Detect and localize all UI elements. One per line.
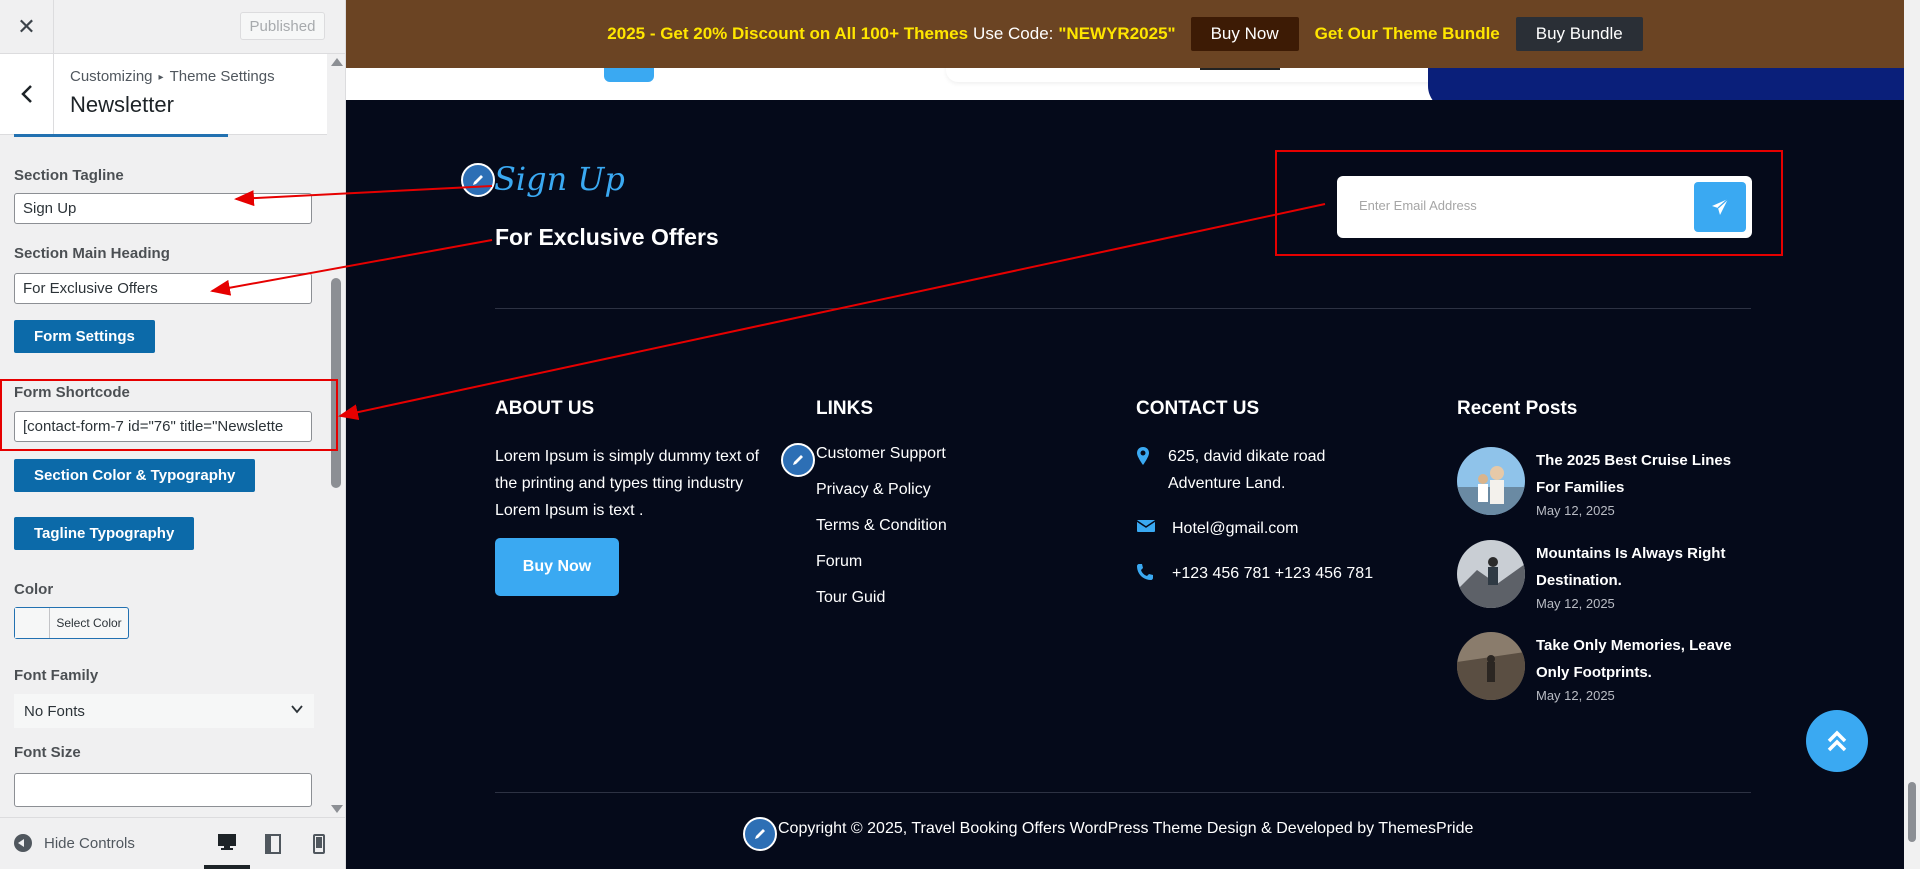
shortcode-annotation-box	[0, 379, 338, 451]
newsletter-tagline: Sign Up	[494, 160, 625, 198]
post-thumbnail[interactable]	[1457, 632, 1525, 700]
contact-phone-text: +123 456 781 +123 456 781	[1172, 565, 1374, 582]
scroll-to-top-button[interactable]	[1806, 710, 1868, 772]
font-family-value: No Fonts	[24, 702, 85, 720]
contact-address: 625, david dikate road Adventure Land.	[1136, 443, 1325, 497]
footer-link[interactable]: Forum	[816, 553, 862, 571]
promo-offer-text: 2025 - Get 20% Discount on All 100+ Them…	[607, 24, 969, 43]
promo-banner: 2025 - Get 20% Discount on All 100+ Them…	[346, 0, 1904, 68]
contact-title: CONTACT US	[1136, 398, 1260, 419]
font-family-label: Font Family	[14, 667, 99, 684]
post-thumbnail[interactable]	[1457, 447, 1525, 515]
color-swatch	[15, 608, 50, 638]
heading-label: Section Main Heading	[14, 245, 170, 262]
newsletter-divider	[495, 308, 1751, 309]
back-icon[interactable]	[0, 54, 54, 134]
contact-email: Hotel@gmail.com	[1136, 515, 1299, 542]
close-icon[interactable]: ✕	[0, 0, 54, 53]
color-label: Color	[14, 581, 54, 598]
recent-post[interactable]: Take Only Memories, Leave Only Footprint…	[1457, 632, 1756, 703]
breadcrumb-separator-icon: ▸	[158, 72, 164, 83]
contact-email-text: Hotel@gmail.com	[1172, 520, 1299, 537]
font-family-select[interactable]: No Fonts	[14, 694, 314, 728]
accent-button-edge	[604, 66, 654, 82]
post-title[interactable]: Mountains Is Always Right Destination.	[1536, 540, 1756, 594]
customizer-sidebar: ✕ Published Customizing ▸ Theme Settings N…	[0, 0, 346, 869]
mobile-preview-icon[interactable]	[296, 818, 342, 869]
footer-link[interactable]: Customer Support	[816, 445, 946, 463]
post-date: May 12, 2025	[1536, 688, 1615, 703]
map-pin-icon	[1136, 443, 1162, 471]
address-line-1: 625, david dikate road	[1168, 448, 1326, 465]
preview-scroll-thumb[interactable]	[1908, 782, 1916, 842]
promo-buy-bundle-button[interactable]: Buy Bundle	[1515, 17, 1643, 51]
font-size-label: Font Size	[14, 744, 81, 761]
recent-post[interactable]: Mountains Is Always Right Destination. M…	[1457, 540, 1756, 611]
footer-link[interactable]: Tour Guid	[816, 589, 885, 607]
copyright-edit-shortcut-icon[interactable]	[743, 817, 777, 851]
published-button[interactable]: Published	[240, 12, 325, 40]
about-buy-now-button[interactable]: Buy Now	[495, 538, 619, 596]
mail-icon	[1136, 515, 1162, 539]
customizer-footer: Hide Controls	[0, 817, 345, 869]
promo-code: "NEWYR2025"	[1058, 24, 1176, 43]
panel-title: Newsletter	[70, 92, 174, 117]
post-title[interactable]: The 2025 Best Cruise Lines For Families	[1536, 447, 1756, 501]
about-title: ABOUT US	[495, 398, 595, 419]
scroll-down-icon[interactable]	[331, 805, 343, 813]
panel-controls: Section Tagline Sign Up Section Main Hea…	[0, 137, 327, 817]
promo-code-label: Use Code:	[973, 24, 1054, 43]
chevron-down-icon	[290, 702, 304, 720]
address-line-2: Adventure Land.	[1168, 475, 1286, 492]
font-size-input[interactable]	[14, 773, 312, 807]
tagline-input[interactable]: Sign Up	[14, 193, 312, 224]
contact-phone: +123 456 781 +123 456 781	[1136, 560, 1373, 587]
site-preview: 2025 - Get 20% Discount on All 100+ Them…	[346, 0, 1920, 869]
send-icon	[1712, 198, 1729, 215]
form-settings-button[interactable]: Form Settings	[14, 320, 155, 353]
send-button[interactable]	[1694, 182, 1746, 232]
hide-controls-button[interactable]: Hide Controls	[14, 834, 135, 852]
promo-bundle-link[interactable]: Get Our Theme Bundle	[1315, 24, 1500, 44]
newsletter-heading: For Exclusive Offers	[495, 224, 719, 250]
collapse-icon	[14, 834, 32, 852]
footer-link[interactable]: Privacy & Policy	[816, 481, 931, 499]
preview-scrollbar[interactable]	[1904, 0, 1920, 869]
newsletter-form: Enter Email Address	[1337, 176, 1752, 238]
select-color-button[interactable]: Select Color	[14, 607, 129, 639]
tagline-label: Section Tagline	[14, 167, 124, 184]
select-color-label: Select Color	[56, 616, 122, 630]
breadcrumb-section: Theme Settings	[169, 68, 275, 85]
promo-buy-now-button[interactable]: Buy Now	[1190, 17, 1299, 51]
hide-controls-label: Hide Controls	[44, 834, 135, 852]
post-title[interactable]: Take Only Memories, Leave Only Footprint…	[1536, 632, 1756, 686]
post-date: May 12, 2025	[1536, 503, 1615, 518]
breadcrumb: Customizing ▸ Theme Settings	[70, 68, 275, 85]
tablet-preview-icon[interactable]	[250, 818, 296, 869]
links-title: LINKS	[816, 398, 873, 419]
recent-posts-title: Recent Posts	[1457, 398, 1578, 419]
recent-post[interactable]: The 2025 Best Cruise Lines For Families …	[1457, 447, 1756, 518]
links-edit-shortcut-icon[interactable]	[781, 443, 815, 477]
footer-link[interactable]: Terms & Condition	[816, 517, 947, 535]
edit-shortcut-icon[interactable]	[461, 163, 495, 197]
post-thumbnail[interactable]	[1457, 540, 1525, 608]
panel-header: Customizing ▸ Theme Settings Newsletter	[0, 54, 327, 135]
breadcrumb-root: Customizing	[70, 68, 153, 85]
copyright-divider	[495, 792, 1751, 793]
heading-input[interactable]: For Exclusive Offers	[14, 273, 312, 304]
copyright-text: Copyright © 2025, Travel Booking Offers …	[778, 820, 1474, 837]
scroll-up-icon[interactable]	[331, 58, 343, 66]
phone-icon	[1136, 560, 1162, 586]
card-underline	[1200, 68, 1280, 70]
customizer-header: ✕ Published	[0, 0, 345, 54]
double-chevron-up-icon	[1827, 730, 1847, 752]
about-text: Lorem Ipsum is simply dummy text of the …	[495, 448, 760, 519]
section-color-typography-button[interactable]: Section Color & Typography	[14, 459, 256, 492]
tagline-typography-button[interactable]: Tagline Typography	[14, 517, 195, 550]
email-input[interactable]: Enter Email Address	[1359, 198, 1477, 213]
post-date: May 12, 2025	[1536, 596, 1615, 611]
desktop-preview-icon[interactable]	[204, 818, 250, 869]
